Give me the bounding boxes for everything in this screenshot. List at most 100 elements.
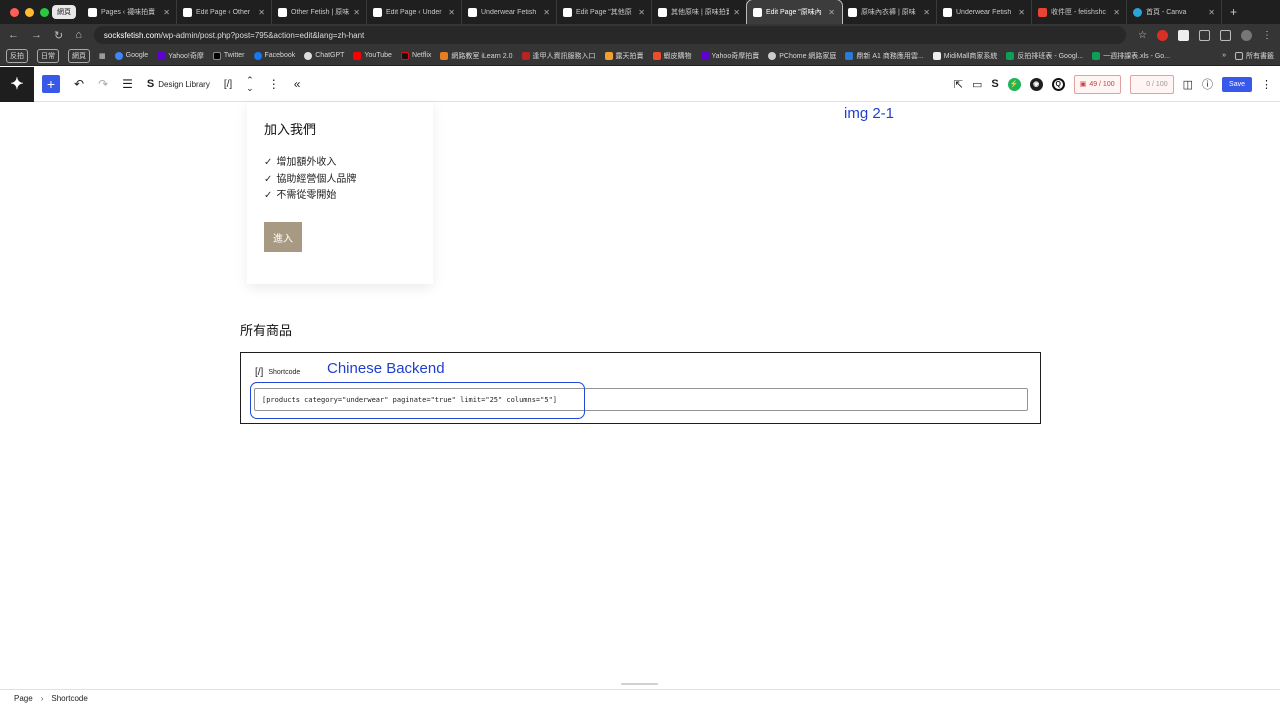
bookmark-item[interactable]: 鼎新 A1 商務應用雲...	[845, 51, 924, 61]
stackable-icon[interactable]: S	[991, 78, 998, 90]
close-tab-icon[interactable]: ✕	[543, 8, 550, 17]
preview-device-icon[interactable]: ▭	[972, 78, 982, 91]
close-tab-icon[interactable]: ✕	[733, 8, 740, 17]
close-tab-icon[interactable]: ✕	[923, 8, 930, 17]
close-tab-icon[interactable]: ✕	[258, 8, 265, 17]
redo-icon[interactable]: ↷	[98, 77, 108, 91]
enter-button[interactable]: 進入	[264, 222, 302, 252]
close-tab-icon[interactable]: ✕	[828, 8, 835, 17]
design-library-button[interactable]: S Design Library	[147, 78, 210, 90]
apps-grid-icon[interactable]: ▦	[99, 52, 106, 60]
bookmark-item[interactable]: 一週排課表.xls - Go...	[1092, 51, 1170, 61]
collapse-icon[interactable]: «	[294, 77, 301, 91]
bookmark-item[interactable]: Twitter	[212, 51, 245, 60]
browser-tab[interactable]: 其他原味 | 原味拍賣 ✕	[652, 0, 747, 24]
all-bookmarks[interactable]: 所有書籤	[1235, 51, 1274, 61]
bookmark-folder[interactable]: 網頁	[68, 48, 90, 63]
bookmark-item[interactable]: MidiMall商家系統	[932, 51, 997, 61]
ruten-icon	[604, 51, 613, 60]
bookmark-item[interactable]: ChatGPT	[304, 51, 344, 60]
help-icon[interactable]: ⓘ	[1202, 76, 1213, 92]
browser-tab[interactable]: Other Fetish | 原味 ✕	[272, 0, 367, 24]
join-us-card[interactable]: 加入我們 ✓ 增加額外收入 ✓ 協助經營個人品牌 ✓ 不需從零開始 進入	[247, 102, 433, 284]
performance-icon[interactable]: ⚡	[1007, 77, 1021, 91]
close-tab-icon[interactable]: ✕	[638, 8, 645, 17]
browser-tab[interactable]: Pages ‹ 襪味拍賣 ✕	[82, 0, 177, 24]
new-tab-button[interactable]: +	[1222, 5, 1237, 19]
view-page-icon[interactable]: ⇱	[954, 78, 963, 91]
more-options-icon[interactable]: ⋮	[1261, 78, 1272, 91]
browser-tab[interactable]: Edit Page ‹ Under ✕	[367, 0, 462, 24]
sheets-icon	[1092, 51, 1101, 60]
bookmark-label: Yahoo奇摩拍賣	[711, 52, 760, 60]
browser-tab[interactable]: 原味內衣褲 | 原味 ✕	[842, 0, 937, 24]
extensions-puzzle-icon[interactable]	[1199, 29, 1210, 41]
browser-menu-icon[interactable]: ⋮	[1262, 30, 1272, 41]
url-field[interactable]: socksfetish.com/wp-admin/post.php?post=7…	[93, 26, 1127, 44]
tab-group-chip[interactable]: 網頁	[52, 5, 76, 19]
save-button[interactable]: Save	[1222, 76, 1252, 92]
bookmark-item[interactable]: 逢甲人資訊服務入口	[521, 51, 596, 61]
bookmark-item[interactable]: Netflix	[400, 51, 431, 60]
bookmark-item[interactable]: Yahoo奇摩拍賣	[700, 51, 760, 61]
site-favicon-icon	[753, 7, 762, 17]
extension-icon[interactable]	[1157, 29, 1168, 41]
browser-tab[interactable]: Edit Page "其他原 ✕	[557, 0, 652, 24]
bookmark-item[interactable]: 反拍排班表 - Googl...	[1006, 51, 1083, 61]
bookmark-item[interactable]: Facebook	[253, 51, 295, 60]
browser-tab-active[interactable]: Edit Page "原味內 ✕	[746, 0, 843, 25]
bookmark-item[interactable]: PChome 網路家庭	[768, 51, 836, 61]
bookmark-item[interactable]: YouTube	[353, 51, 392, 60]
bookmark-folder[interactable]: 反拍	[6, 48, 28, 63]
close-window-icon[interactable]	[10, 7, 19, 17]
back-arrow-icon[interactable]: ←	[8, 29, 19, 41]
x-twitter-icon	[212, 51, 221, 60]
close-tab-icon[interactable]: ✕	[1208, 8, 1215, 17]
seo-plugin-icon[interactable]: ◉	[1029, 77, 1043, 91]
tab-title: Other Fetish | 原味	[291, 9, 350, 16]
forward-arrow-icon[interactable]: →	[31, 29, 42, 41]
close-tab-icon[interactable]: ✕	[353, 8, 360, 17]
bookmark-item[interactable]: 露天拍賣	[604, 51, 644, 61]
options-icon[interactable]: ⋮	[268, 77, 280, 91]
resize-handle[interactable]	[621, 683, 658, 685]
bookmark-folder[interactable]: 日常	[37, 48, 59, 63]
browser-tab[interactable]: 首頁 - Canva ✕	[1127, 0, 1222, 24]
move-up-down-icon[interactable]: ⌃ ⌄	[246, 76, 254, 93]
seo-score-badge[interactable]: ▣ 49 / 100	[1073, 74, 1121, 94]
shortcode-block-icon[interactable]: [/]	[224, 79, 232, 90]
add-block-button[interactable]: +	[42, 75, 60, 93]
close-tab-icon[interactable]: ✕	[448, 8, 455, 17]
reload-icon[interactable]: ↻	[54, 29, 63, 42]
readability-score-badge[interactable]: 0 / 100	[1129, 74, 1174, 94]
site-logo-icon[interactable]: ✦	[0, 66, 34, 102]
site-favicon-icon	[848, 7, 857, 17]
document-overview-icon[interactable]: ☰	[122, 77, 133, 91]
settings-sidebar-icon[interactable]: ◫	[1183, 78, 1193, 91]
bookmarks-overflow[interactable]: »	[1222, 52, 1226, 59]
browser-tab[interactable]: 收件匣 - fetishshc ✕	[1032, 0, 1127, 24]
home-icon[interactable]: ⌂	[75, 29, 82, 41]
bookmark-item[interactable]: 網路教室 iLearn 2.0	[440, 51, 513, 61]
breadcrumb-item-shortcode[interactable]: Shortcode	[51, 694, 87, 703]
extension-icon[interactable]	[1178, 29, 1189, 41]
close-tab-icon[interactable]: ✕	[163, 8, 170, 17]
undo-icon[interactable]: ↶	[74, 77, 84, 91]
breadcrumb-item-page[interactable]: Page	[14, 694, 33, 703]
tab-title: Edit Page ‹ Other	[196, 8, 251, 16]
profile-avatar[interactable]	[1241, 29, 1252, 41]
bookmark-star-icon[interactable]: ☆	[1138, 30, 1147, 41]
bookmark-item[interactable]: 蝦皮購物	[652, 51, 692, 61]
section-heading[interactable]: 所有商品	[240, 320, 292, 339]
browser-tab[interactable]: Underwear Fetish ✕	[462, 0, 557, 24]
browser-tab[interactable]: Edit Page ‹ Other ✕	[177, 0, 272, 24]
close-tab-icon[interactable]: ✕	[1113, 8, 1120, 17]
close-tab-icon[interactable]: ✕	[1018, 8, 1025, 17]
browser-tab[interactable]: Underwear Fetish ✕	[937, 0, 1032, 24]
quick-search-icon[interactable]: Q	[1051, 77, 1065, 91]
minimize-window-icon[interactable]	[25, 7, 34, 17]
bookmark-item[interactable]: Google	[114, 51, 148, 60]
maximize-window-icon[interactable]	[40, 7, 49, 17]
sidepanel-icon[interactable]	[1220, 29, 1231, 41]
bookmark-item[interactable]: Yahoo!奇摩	[157, 51, 204, 61]
